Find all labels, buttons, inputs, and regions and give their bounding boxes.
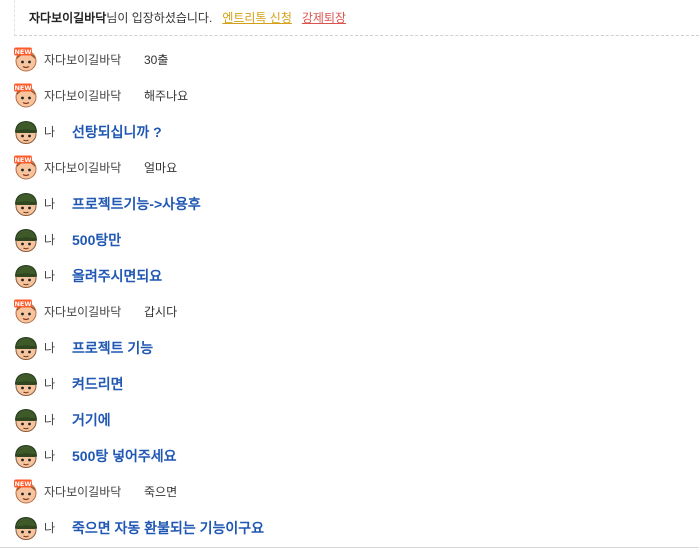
message-sender-name: 자다보이길바닥 xyxy=(44,485,122,499)
message-text: 500탕만 xyxy=(72,232,122,248)
entry-notice: 자다보이길바닥 님이 입장하셨습니다. 엔트리톡 신청 강제퇴장 xyxy=(14,0,699,36)
soldier-avatar-icon xyxy=(13,191,39,217)
soldier-avatar-icon xyxy=(13,443,39,469)
soldier-avatar-icon xyxy=(13,407,39,433)
message-sender-name: 자다보이길바닥 xyxy=(44,89,122,103)
notice-message: 님이 입장하셨습니다. xyxy=(106,11,213,25)
message-sender-name: 나 xyxy=(44,269,56,283)
soldier-avatar-icon xyxy=(13,119,39,145)
message-sender-name: 나 xyxy=(44,521,56,535)
soldier-avatar-icon xyxy=(13,263,39,289)
message-text: 올려주시면되요 xyxy=(72,268,163,284)
message-sender-name: 자다보이길바닥 xyxy=(44,53,122,67)
chat-message-row: 나 죽으면 자동 환불되는 기능이구요 xyxy=(0,510,699,546)
message-text: 죽으면 xyxy=(144,485,178,499)
chat-message-row: 자다보이길바닥 갑시다 xyxy=(0,294,699,330)
message-text: 30출 xyxy=(144,53,169,67)
message-text: 해주나요 xyxy=(144,89,189,103)
message-sender-name: 나 xyxy=(44,125,56,139)
message-sender-name: 나 xyxy=(44,341,56,355)
soldier-avatar-icon xyxy=(13,371,39,397)
chat-message-row: 자다보이길바닥 해주나요 xyxy=(0,78,699,114)
soldier-avatar-icon xyxy=(13,227,39,253)
message-sender-name: 자다보이길바닥 xyxy=(44,305,122,319)
chat-message-row: 나 프로젝트기능->사용후 xyxy=(0,186,699,222)
chat-message-row: 나 선탕되십니까 ? xyxy=(0,114,699,150)
message-sender-name: 나 xyxy=(44,413,56,427)
entry-talk-request-link[interactable]: 엔트리톡 신청 xyxy=(222,9,292,26)
message-sender-name: 나 xyxy=(44,449,56,463)
chat-message-row: 나 500탕만 xyxy=(0,222,699,258)
chat-message-row: 자다보이길바닥 죽으면 xyxy=(0,474,699,510)
chat-message-list: 자다보이길바닥 30출 자다보이길바닥 해주나요 나 선탕되십니까 ? 자다보이길바닥 얼마요… xyxy=(0,42,699,546)
kick-out-link[interactable]: 강제퇴장 xyxy=(302,9,346,26)
soldier-avatar-icon xyxy=(13,515,39,541)
message-text: 켜드리면 xyxy=(72,376,124,392)
message-sender-name: 나 xyxy=(44,233,56,247)
message-sender-name: 나 xyxy=(44,377,56,391)
message-text: 죽으면 자동 환불되는 기능이구요 xyxy=(72,520,264,536)
chat-message-row: 자다보이길바닥 30출 xyxy=(0,42,699,78)
message-text: 선탕되십니까 ? xyxy=(72,124,162,140)
new-user-avatar-icon xyxy=(13,299,39,325)
notice-nickname: 자다보이길바닥 xyxy=(29,11,107,25)
chat-message-row: 나 켜드리면 xyxy=(0,366,699,402)
chat-message-row: 나 올려주시면되요 xyxy=(0,258,699,294)
message-text: 거기에 xyxy=(72,412,111,428)
chat-message-row: 나 500탕 넣어주세요 xyxy=(0,438,699,474)
chat-message-row: 나 거기에 xyxy=(0,402,699,438)
message-text: 얼마요 xyxy=(144,161,178,175)
new-user-avatar-icon xyxy=(13,83,39,109)
message-sender-name: 나 xyxy=(44,197,56,211)
message-text: 500탕 넣어주세요 xyxy=(72,448,177,464)
message-text: 갑시다 xyxy=(144,305,178,319)
new-user-avatar-icon xyxy=(13,155,39,181)
chat-bottom-divider xyxy=(0,547,699,548)
chat-message-row: 자다보이길바닥 얼마요 xyxy=(0,150,699,186)
message-sender-name: 자다보이길바닥 xyxy=(44,161,122,175)
new-user-avatar-icon xyxy=(13,47,39,73)
message-text: 프로젝트 기능 xyxy=(72,340,154,356)
chat-message-row: 나 프로젝트 기능 xyxy=(0,330,699,366)
soldier-avatar-icon xyxy=(13,335,39,361)
message-text: 프로젝트기능->사용후 xyxy=(72,196,201,212)
new-user-avatar-icon xyxy=(13,479,39,505)
